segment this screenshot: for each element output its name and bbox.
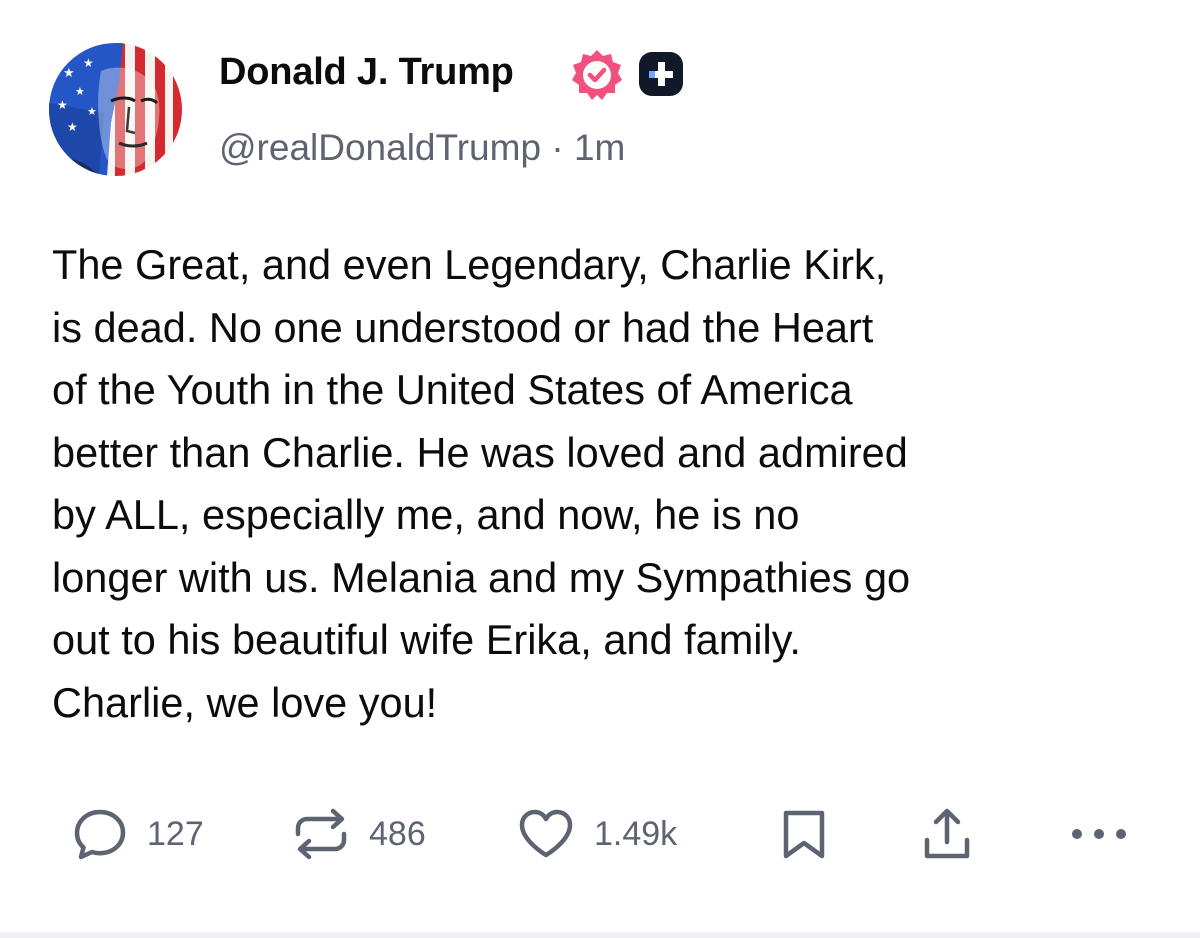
repost-count: 486: [369, 815, 426, 853]
post-text-line: better than Charlie. He was loved and ad…: [52, 428, 908, 476]
flag-portrait-avatar-icon: ★ ★ ★ ★ ★ ★: [49, 43, 182, 176]
post-card: ★ ★ ★ ★ ★ ★ Donald J. Trump @realDonaldT…: [0, 0, 1200, 938]
post-text-line: is dead. No one understood or had the He…: [52, 303, 874, 351]
post-text-line: longer with us. Melania and my Sympathie…: [52, 553, 911, 601]
svg-text:★: ★: [83, 56, 94, 70]
post-text-line: by ALL, especially me, and now, he is no: [52, 491, 800, 538]
author-avatar[interactable]: ★ ★ ★ ★ ★ ★: [49, 43, 182, 176]
bookmark-button[interactable]: [776, 806, 832, 862]
bookmark-icon: [776, 806, 832, 862]
post-text-line: of the Youth in the United States of Ame…: [52, 366, 853, 413]
svg-text:★: ★: [67, 120, 78, 134]
plus-badge-icon: [637, 50, 685, 98]
share-button[interactable]: [919, 806, 975, 862]
divider: [0, 932, 1200, 938]
verified-check-icon: [569, 47, 625, 103]
reply-button[interactable]: 127: [71, 806, 204, 862]
svg-text:★: ★: [57, 98, 68, 112]
heart-icon: [516, 806, 576, 862]
like-button[interactable]: 1.49k: [516, 806, 677, 862]
post-timestamp[interactable]: 1m: [574, 127, 625, 168]
author-meta: @realDonaldTrump · 1m: [219, 123, 625, 173]
post-text-line: Charlie, we love you!: [52, 678, 438, 726]
repost-button[interactable]: 486: [291, 806, 426, 862]
post-text-line: The Great, and even Legendary, Charlie K…: [52, 241, 887, 288]
svg-text:★: ★: [75, 85, 85, 98]
more-options-button[interactable]: [1067, 806, 1131, 862]
like-count: 1.49k: [594, 815, 678, 853]
meta-separator: ·: [551, 127, 564, 168]
reply-bubble-icon: [71, 806, 129, 862]
more-dots-icon: [1067, 806, 1131, 862]
share-upload-icon: [919, 806, 975, 862]
author-name[interactable]: Donald J. Trump: [219, 46, 514, 98]
svg-text:★: ★: [63, 66, 75, 81]
repost-arrows-icon: [291, 806, 351, 862]
post-text-line: out to his beautiful wife Erika, and fam…: [52, 616, 801, 663]
post-text: The Great, and even Legendary, Charlie K…: [52, 234, 1172, 734]
reply-count: 127: [147, 815, 204, 853]
svg-text:★: ★: [87, 105, 97, 118]
author-handle[interactable]: @realDonaldTrump: [219, 127, 541, 168]
